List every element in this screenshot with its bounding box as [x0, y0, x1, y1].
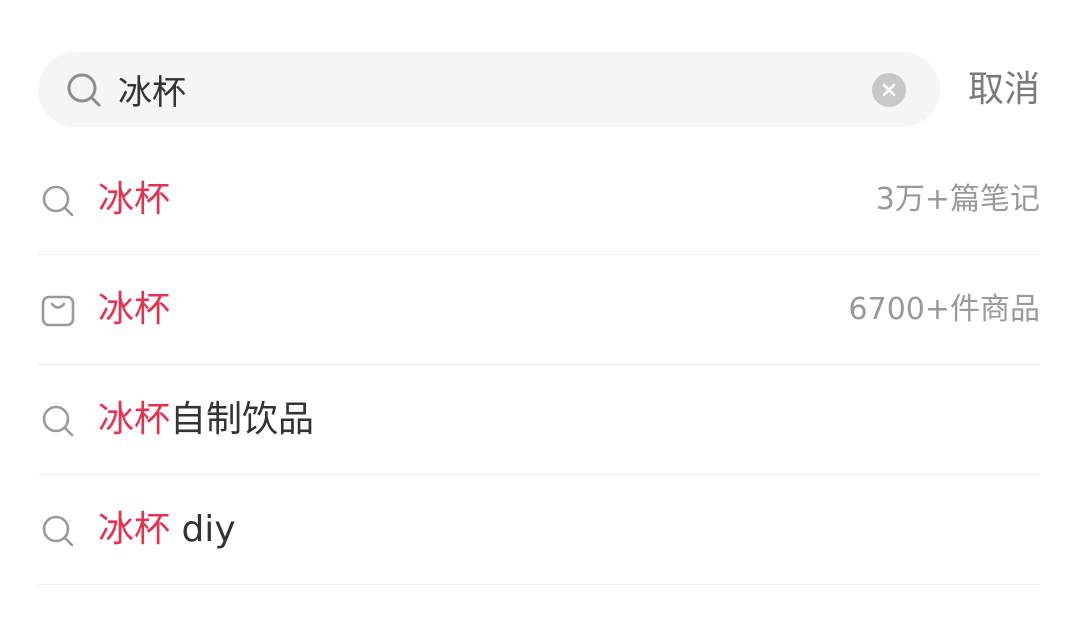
suggestion-text: 冰杯自制饮品	[98, 365, 314, 474]
search-icon	[42, 185, 74, 217]
suggestion-item[interactable]: 冰杯 diy	[38, 475, 1040, 585]
suggestion-highlight: 冰杯	[98, 179, 171, 220]
suggestion-text: 冰杯	[98, 145, 170, 254]
suggestion-item-notes[interactable]: 冰杯 3万+篇笔记	[38, 145, 1040, 255]
search-input[interactable]	[118, 52, 858, 127]
suggestion-list: 冰杯 3万+篇笔记 冰杯 6700+件商品 冰杯自制饮品 冰杯 diy	[38, 145, 1040, 585]
suggestion-text: 冰杯 diy	[98, 475, 236, 584]
suggestion-count: 3万+篇笔记	[875, 182, 1040, 217]
search-icon	[42, 405, 74, 437]
shopping-bag-icon	[41, 295, 75, 327]
suggestion-rest: 自制饮品	[170, 399, 315, 440]
suggestion-item[interactable]: 冰杯自制饮品	[38, 365, 1040, 475]
suggestion-rest: diy	[170, 509, 236, 550]
suggestion-count: 6700+件商品	[848, 292, 1040, 327]
suggestion-highlight: 冰杯	[98, 289, 171, 330]
search-icon	[42, 515, 74, 547]
suggestion-highlight: 冰杯	[98, 399, 171, 440]
search-bar-row: 取消	[38, 52, 1040, 127]
cancel-button[interactable]: 取消	[968, 52, 1040, 127]
suggestion-item-products[interactable]: 冰杯 6700+件商品	[38, 255, 1040, 365]
clear-icon[interactable]	[872, 73, 906, 107]
search-box[interactable]	[38, 52, 940, 127]
search-icon	[67, 73, 101, 107]
suggestion-highlight: 冰杯	[98, 509, 171, 550]
suggestion-text: 冰杯	[98, 255, 170, 364]
